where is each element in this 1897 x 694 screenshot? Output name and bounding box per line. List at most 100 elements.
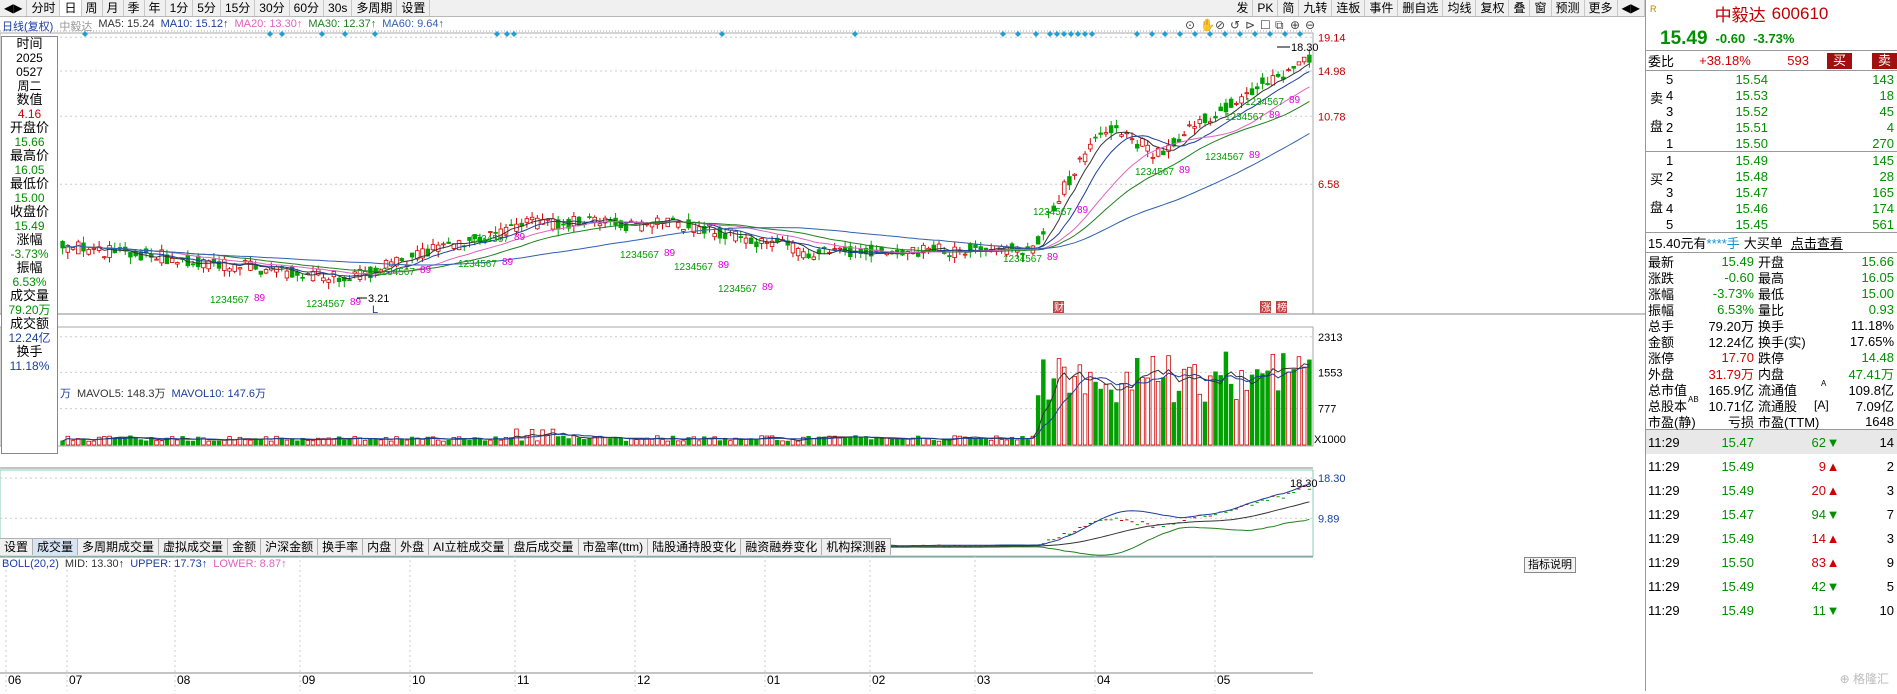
volume-bar [1155,380,1161,446]
ask-row[interactable]: 2 15.51 4 [1646,119,1897,135]
candle-body [326,279,331,283]
tool-button-2[interactable]: 简 [1278,0,1300,16]
buy-button[interactable]: 买 [1826,52,1852,69]
ask-level: 2 [1666,119,1674,135]
volume-bar [1260,373,1265,446]
indicator-tab-12[interactable]: 陆股通持股变化 [648,539,742,555]
quote-value-right: 17.65% [1849,333,1894,349]
chart-tool-icon[interactable]: ✋ [1200,18,1215,32]
tool-button-7[interactable]: 均线 [1443,0,1477,16]
period-button-3[interactable]: 周 [82,0,103,16]
tool-button-10[interactable]: 窗 [1530,0,1552,16]
big-order-row: 15.40元有 ****手 大买单 点击查看 [1646,232,1897,252]
volume-bar [169,436,175,446]
volume-bar [462,438,467,446]
period-button-12[interactable]: 30s [324,0,353,16]
period-button-14[interactable]: 设置 [397,0,431,16]
tool-button-1[interactable]: PK [1253,0,1279,16]
tool-button-9[interactable]: 叠 [1509,0,1531,16]
period-button-10[interactable]: 30分 [255,0,290,16]
ma-info-bar: 日线(复权) 中毅达 MA5: 15.24 MA10: 15.12↑ MA20:… [0,18,444,33]
tool-button-13[interactable]: ◀▶ [1618,0,1645,16]
big-order-link[interactable]: 点击查看 [1791,233,1843,252]
period-button-7[interactable]: 1分 [166,0,194,16]
indicator-tab-11[interactable]: 市盈率(ttm) [579,539,649,555]
volume-bar [1275,390,1281,446]
indicator-tab-14[interactable]: 机构探测器 [822,539,892,555]
tool-button-4[interactable]: 连板 [1332,0,1366,16]
volume-bar [738,438,744,446]
indicator-tab-3[interactable]: 虚拟成交量 [159,539,229,555]
ask-row[interactable]: 5 15.54 143 [1646,71,1897,87]
sell-button[interactable]: 卖 [1872,52,1897,69]
bid-row[interactable]: 4 15.46 174 [1646,200,1897,216]
chart-tool-icon[interactable]: ⊘ [1215,18,1225,32]
chart-tool-icon[interactable]: ☐ [1260,18,1271,32]
tool-button-0[interactable]: 发 [1232,0,1254,16]
period-button-9[interactable]: 15分 [221,0,256,16]
indicator-tab-6[interactable]: 换手率 [318,539,364,555]
period-button-1[interactable]: 分时 [27,0,61,16]
ask-row[interactable]: 4 15.53 18 [1646,87,1897,103]
chart-tool-icon[interactable]: ⊙ [1185,18,1195,32]
r-badge-icon: R [1650,4,1657,14]
candle-body [1082,153,1088,163]
kline-chart-area[interactable]: 19.14 14.98 10.78 6.58 2313 1553 777 X1000 18.30… [0,17,1645,691]
volume-bar [947,439,952,446]
period-button-11[interactable]: 60分 [290,0,325,16]
quote-value-right: 11.18% [1850,317,1894,333]
candle-body [446,241,451,244]
tick-list: 11:29 15.47 62 ▼ 14 11:29 15.49 9 ▲ 2 11:2… [1646,429,1897,622]
tool-button-8[interactable]: 复权 [1476,0,1510,16]
period-button-8[interactable]: 5分 [193,0,221,16]
bid-row[interactable]: 5 15.45 561 [1646,216,1897,232]
tool-button-6[interactable]: 删自选 [1398,0,1444,16]
big-order-stars: ****手 [1706,236,1740,251]
period-button-0[interactable]: ◀▶ [0,0,28,16]
period-button-2[interactable]: 日 [60,0,82,16]
indicator-tab-13[interactable]: 融资融券变化 [741,539,823,555]
ma20-label: MA20: 13.30↑ [234,18,303,30]
tool-button-11[interactable]: 预测 [1552,0,1585,16]
bid-row[interactable]: 1 15.49 145 [1646,152,1897,168]
indicator-help-button[interactable]: 指标说明 [1524,557,1576,573]
indicator-tab-1[interactable]: 成交量 [33,539,79,555]
kline-chart-svg[interactable]: 19.14 14.98 10.78 6.58 2313 1553 777 X1000 18.30… [0,17,1645,691]
candle-body [1223,102,1229,113]
indicator-tab-7[interactable]: 内盘 [363,539,397,555]
period-button-13[interactable]: 多周期 [352,0,398,16]
period-button-6[interactable]: 年 [145,0,166,16]
tool-button-5[interactable]: 事件 [1365,0,1399,16]
chart-tool-icon[interactable]: ⊕ [1290,18,1300,32]
chart-tool-icon[interactable]: ↺ [1230,18,1240,32]
chart-tool-icon[interactable]: ⊖ [1305,18,1315,32]
bid-row[interactable]: 2 15.48 28 [1646,168,1897,184]
tick-price: 15.49 [1721,482,1754,498]
big-order-price: 15.40元有 [1648,236,1707,251]
indicator-tab-5[interactable]: 沪深金额 [261,539,319,555]
indicator-tab-2[interactable]: 多周期成交量 [78,539,160,555]
chart-tool-icon[interactable]: ⧉ [1275,18,1284,32]
bid-row[interactable]: 3 15.47 165 [1646,184,1897,200]
period-button-4[interactable]: 月 [103,0,124,16]
volume-bar [373,438,378,446]
indicator-tab-8[interactable]: 外盘 [396,539,430,555]
volume-bar [696,440,702,446]
period-label[interactable]: 日线(复权) [2,18,53,33]
boll-name-label[interactable]: BOLL(20,2) [2,558,59,570]
candle-body [1098,132,1103,135]
ask-level: 3 [1666,103,1674,119]
indicator-tab-4[interactable]: 金额 [228,539,262,555]
candle-body [1108,125,1114,134]
chart-tool-icon[interactable]: ⊳ [1245,18,1255,32]
indicator-tab-9[interactable]: AI立桩成交量 [429,539,510,555]
ask-row[interactable]: 3 15.52 45 [1646,103,1897,119]
ask-row[interactable]: 1 15.50 270 [1646,135,1897,151]
tool-button-3[interactable]: 九转 [1299,0,1333,16]
tool-button-12[interactable]: 更多 [1585,0,1618,16]
indicator-tab-0[interactable]: 设置 [0,539,34,555]
volume-bar [305,440,311,446]
ask-volume: 270 [1872,135,1894,151]
indicator-tab-10[interactable]: 盘后成交量 [509,539,579,555]
period-button-5[interactable]: 季 [124,0,145,16]
